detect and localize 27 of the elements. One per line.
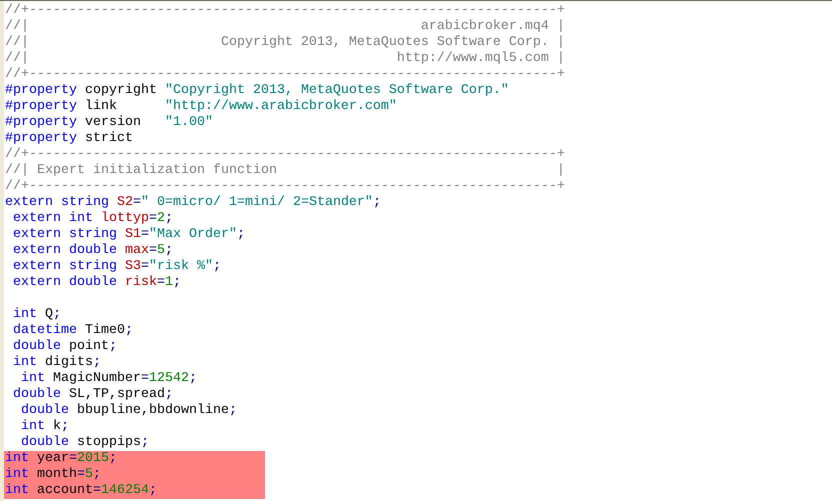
code-line: double point; <box>12 339 117 355</box>
code-line: //+------------------------------------------------------------------+ <box>4 147 565 163</box>
code-line: extern double risk=1; <box>12 275 181 291</box>
code-line: //| arabicbroker.mq4 | <box>4 19 565 35</box>
code-line: double bbupline,bbdownline; <box>20 403 237 419</box>
code-line: extern int lottyp=2; <box>12 211 173 227</box>
code-line: //+------------------------------------------------------------------+ <box>4 179 565 195</box>
code-line: #property copyright "Copyright 2013, MetaQuotes Software Corp." <box>4 83 509 99</box>
code-line: extern string S2=" 0=micro/ 1=mini/ 2=Stander"; <box>4 195 381 211</box>
code-line: #property strict <box>4 131 133 147</box>
code-line: int k; <box>20 419 69 435</box>
code-line: #property link "http://www.arabicbroker.com" <box>4 99 397 115</box>
code-line: //+------------------------------------------------------------------+ <box>4 67 565 83</box>
code-line: int digits; <box>12 355 101 371</box>
code-line: extern double max=5; <box>12 243 173 259</box>
code-line: //| Copyright 2013, MetaQuotes Software Corp. | <box>4 35 565 51</box>
code-line: //| http://www.mql5.com | <box>4 51 565 67</box>
code-line: //| Expert initialization function | <box>4 163 565 179</box>
code-line: int Q; <box>12 307 61 323</box>
code-line: datetime Time0; <box>12 323 133 339</box>
code-line: #property version "1.00" <box>4 115 213 131</box>
code-line: extern string S3="risk %"; <box>12 259 221 275</box>
code-line: double stoppips; <box>20 435 149 451</box>
code-line: int MagicNumber=12542; <box>20 371 197 387</box>
code-line: //+------------------------------------------------------------------+ <box>4 3 565 19</box>
code-line: extern string S1="Max Order"; <box>12 227 245 243</box>
code-line: double SL,TP,spread; <box>12 387 173 403</box>
